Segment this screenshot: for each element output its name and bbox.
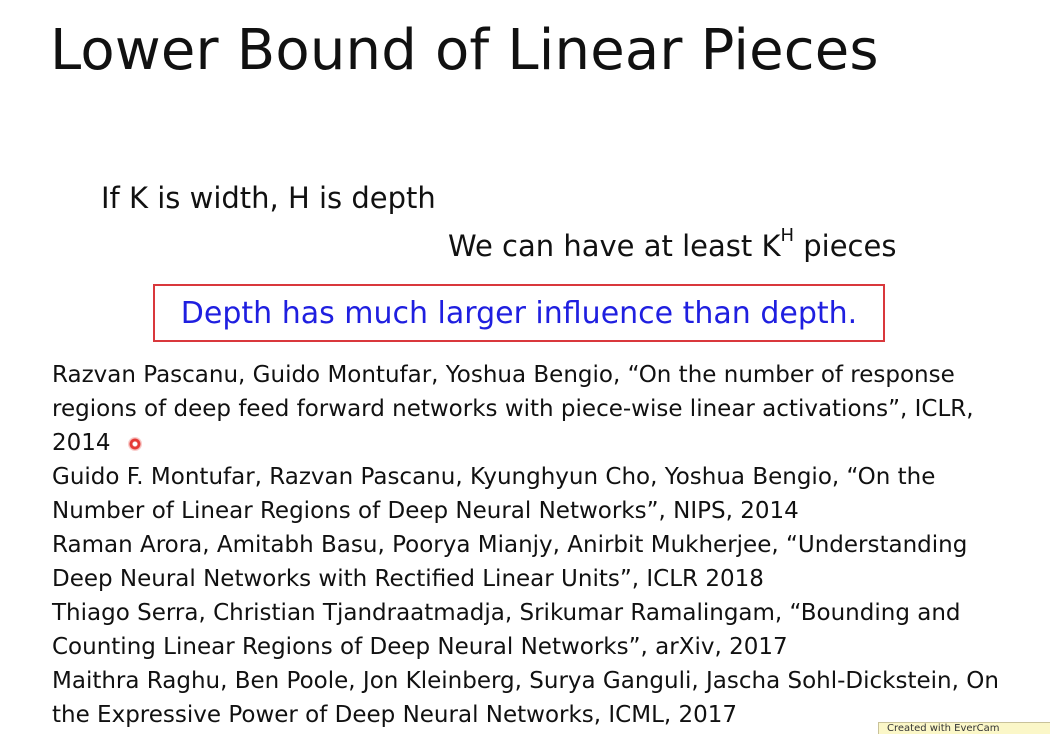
pieces-statement: We can have at least KH pieces	[448, 225, 897, 263]
cursor-pointer-icon	[128, 437, 142, 451]
reference-list: Razvan Pascanu, Guido Montufar, Yoshua B…	[52, 358, 1022, 732]
recorder-watermark: Created with EverCam	[878, 722, 1050, 734]
pieces-statement-suffix: pieces	[794, 229, 897, 263]
highlight-box: Depth has much larger influence than dep…	[153, 284, 885, 342]
reference-item: Maithra Raghu, Ben Poole, Jon Kleinberg,…	[52, 668, 999, 728]
slide-title: Lower Bound of Linear Pieces	[50, 18, 879, 83]
reference-item: Guido F. Montufar, Razvan Pascanu, Kyung…	[52, 464, 936, 524]
reference-item: Thiago Serra, Christian Tjandraatmadja, …	[52, 600, 961, 660]
width-depth-statement: If K is width, H is depth	[101, 181, 436, 215]
pieces-statement-prefix: We can have at least K	[448, 229, 781, 263]
pieces-exponent: H	[780, 225, 795, 246]
reference-item: Razvan Pascanu, Guido Montufar, Yoshua B…	[52, 362, 974, 456]
highlight-text: Depth has much larger influence than dep…	[180, 295, 858, 331]
reference-item: Raman Arora, Amitabh Basu, Poorya Mianjy…	[52, 532, 968, 592]
